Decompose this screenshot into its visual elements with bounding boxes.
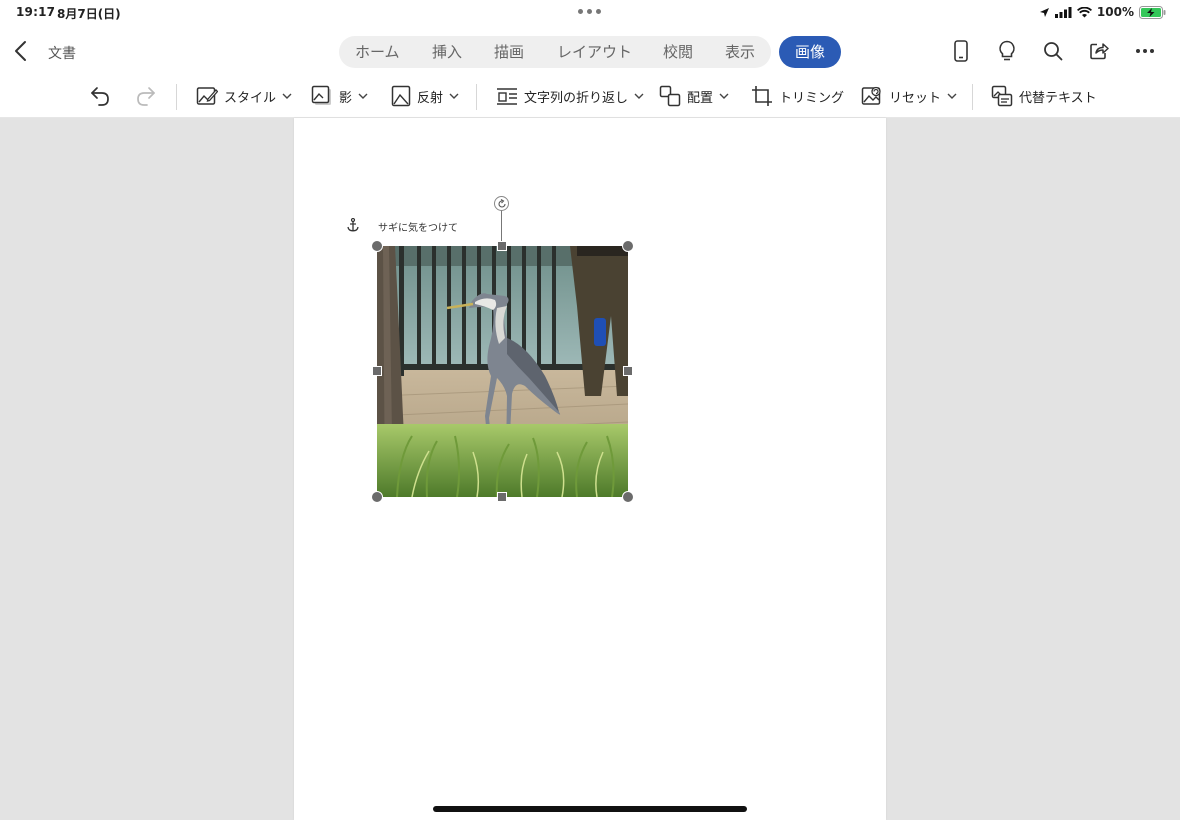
undo-icon (91, 87, 109, 106)
rotate-icon (497, 198, 506, 208)
chevron-down-icon (449, 93, 459, 99)
document-body-text[interactable]: サギに気をつけて (378, 219, 458, 234)
battery-percentage: 100% (1096, 5, 1134, 19)
heron-photo (377, 246, 628, 497)
picture-style-icon (196, 87, 218, 105)
search-icon (1044, 42, 1063, 61)
picture-reflection-label: 反射 (417, 90, 444, 106)
selected-picture-heron[interactable] (377, 246, 628, 497)
picture-styles-label: スタイル (224, 90, 277, 106)
resize-handle-bottom-left[interactable] (371, 491, 383, 503)
undo-button[interactable] (88, 82, 112, 110)
chevron-down-icon (358, 93, 368, 99)
wifi-icon (1076, 6, 1092, 17)
ribbon-tab-group: ホーム 挿入 描画 レイアウト 校閲 表示 (339, 36, 771, 68)
document-page[interactable]: サギに気をつけて (294, 118, 886, 820)
picture-reflection-button[interactable]: 反射 (391, 82, 459, 110)
resize-handle-top-left[interactable] (371, 240, 383, 252)
picture-shadow-button[interactable]: 影 (311, 82, 368, 110)
cellular-signal-icon (1054, 6, 1072, 18)
crop-button[interactable]: トリミング (751, 82, 844, 110)
tab-picture[interactable]: 画像 (779, 36, 841, 68)
alt-text-button[interactable]: 代替テキスト (991, 82, 1097, 110)
resize-handle-left[interactable] (372, 366, 382, 376)
rotate-handle[interactable] (494, 196, 509, 211)
crop-label: トリミング (779, 90, 845, 106)
title-bar: 文書 ホーム 挿入 描画 レイアウト 校閲 表示 画像 (0, 24, 1180, 76)
reflection-icon (391, 85, 411, 107)
wrap-text-icon (497, 88, 517, 105)
chevron-down-icon (947, 93, 957, 99)
search-button[interactable] (1030, 38, 1076, 64)
status-date: 8月7日(日) (57, 7, 121, 21)
lightbulb-icon (999, 40, 1015, 61)
shadow-icon (311, 85, 331, 105)
home-indicator[interactable] (433, 806, 747, 812)
share-button[interactable] (1076, 38, 1122, 64)
ellipsis-icon (1136, 49, 1154, 53)
redo-icon (137, 87, 155, 106)
tab-view[interactable]: 表示 (725, 36, 755, 68)
document-title[interactable]: 文書 (48, 43, 76, 63)
status-time: 19:17 (16, 5, 56, 19)
share-icon (1090, 43, 1109, 60)
ribbon-divider (176, 84, 177, 110)
ribbon-divider (476, 84, 477, 110)
picture-ribbon: スタイル 影 反射 文字列の折り返し 配置 トリミング リセット 代替テキスト (0, 76, 1180, 118)
phone-icon (954, 40, 968, 62)
tab-home[interactable]: ホーム (355, 36, 400, 68)
document-canvas[interactable]: サギに気をつけて (0, 118, 1180, 820)
picture-shadow-label: 影 (339, 90, 353, 106)
resize-handle-top[interactable] (497, 241, 507, 251)
status-bar: 19:17 8月7日(日) 100% (0, 0, 1180, 24)
back-button[interactable] (10, 39, 32, 63)
anchor-icon[interactable] (347, 218, 359, 232)
battery-charging-icon (1139, 5, 1166, 19)
ribbon-divider (972, 84, 973, 110)
tab-draw[interactable]: 描画 (494, 36, 524, 68)
arrange-button[interactable]: 配置 (659, 82, 729, 110)
arrange-icon (659, 85, 681, 107)
resize-handle-bottom[interactable] (497, 492, 507, 502)
wrap-text-button[interactable]: 文字列の折り返し (496, 82, 644, 110)
title-actions (938, 38, 1168, 64)
status-indicators: 100% (1039, 3, 1166, 21)
mobile-view-button[interactable] (938, 38, 984, 64)
chevron-down-icon (282, 93, 292, 99)
tab-insert[interactable]: 挿入 (432, 36, 462, 68)
multitasking-dots-icon[interactable] (578, 9, 602, 15)
resize-handle-right[interactable] (623, 366, 633, 376)
ideas-button[interactable] (984, 38, 1030, 64)
arrange-label: 配置 (687, 90, 714, 106)
alt-text-label: 代替テキスト (1019, 90, 1097, 106)
crop-icon (752, 86, 772, 106)
location-arrow-icon (1039, 7, 1049, 17)
more-options-button[interactable] (1122, 38, 1168, 64)
chevron-down-icon (634, 93, 644, 99)
chevron-left-icon (15, 41, 26, 61)
reset-picture-button[interactable]: リセット (861, 82, 957, 110)
redo-button[interactable] (134, 82, 158, 110)
reset-picture-label: リセット (889, 90, 942, 106)
chevron-down-icon (719, 93, 729, 99)
resize-handle-bottom-right[interactable] (622, 491, 634, 503)
picture-styles-button[interactable]: スタイル (196, 82, 292, 110)
tab-review[interactable]: 校閲 (663, 36, 693, 68)
alt-text-icon (991, 85, 1013, 107)
reset-picture-icon (861, 86, 881, 105)
tab-layout[interactable]: レイアウト (557, 36, 632, 68)
resize-handle-top-right[interactable] (622, 240, 634, 252)
wrap-text-label: 文字列の折り返し (524, 90, 629, 106)
